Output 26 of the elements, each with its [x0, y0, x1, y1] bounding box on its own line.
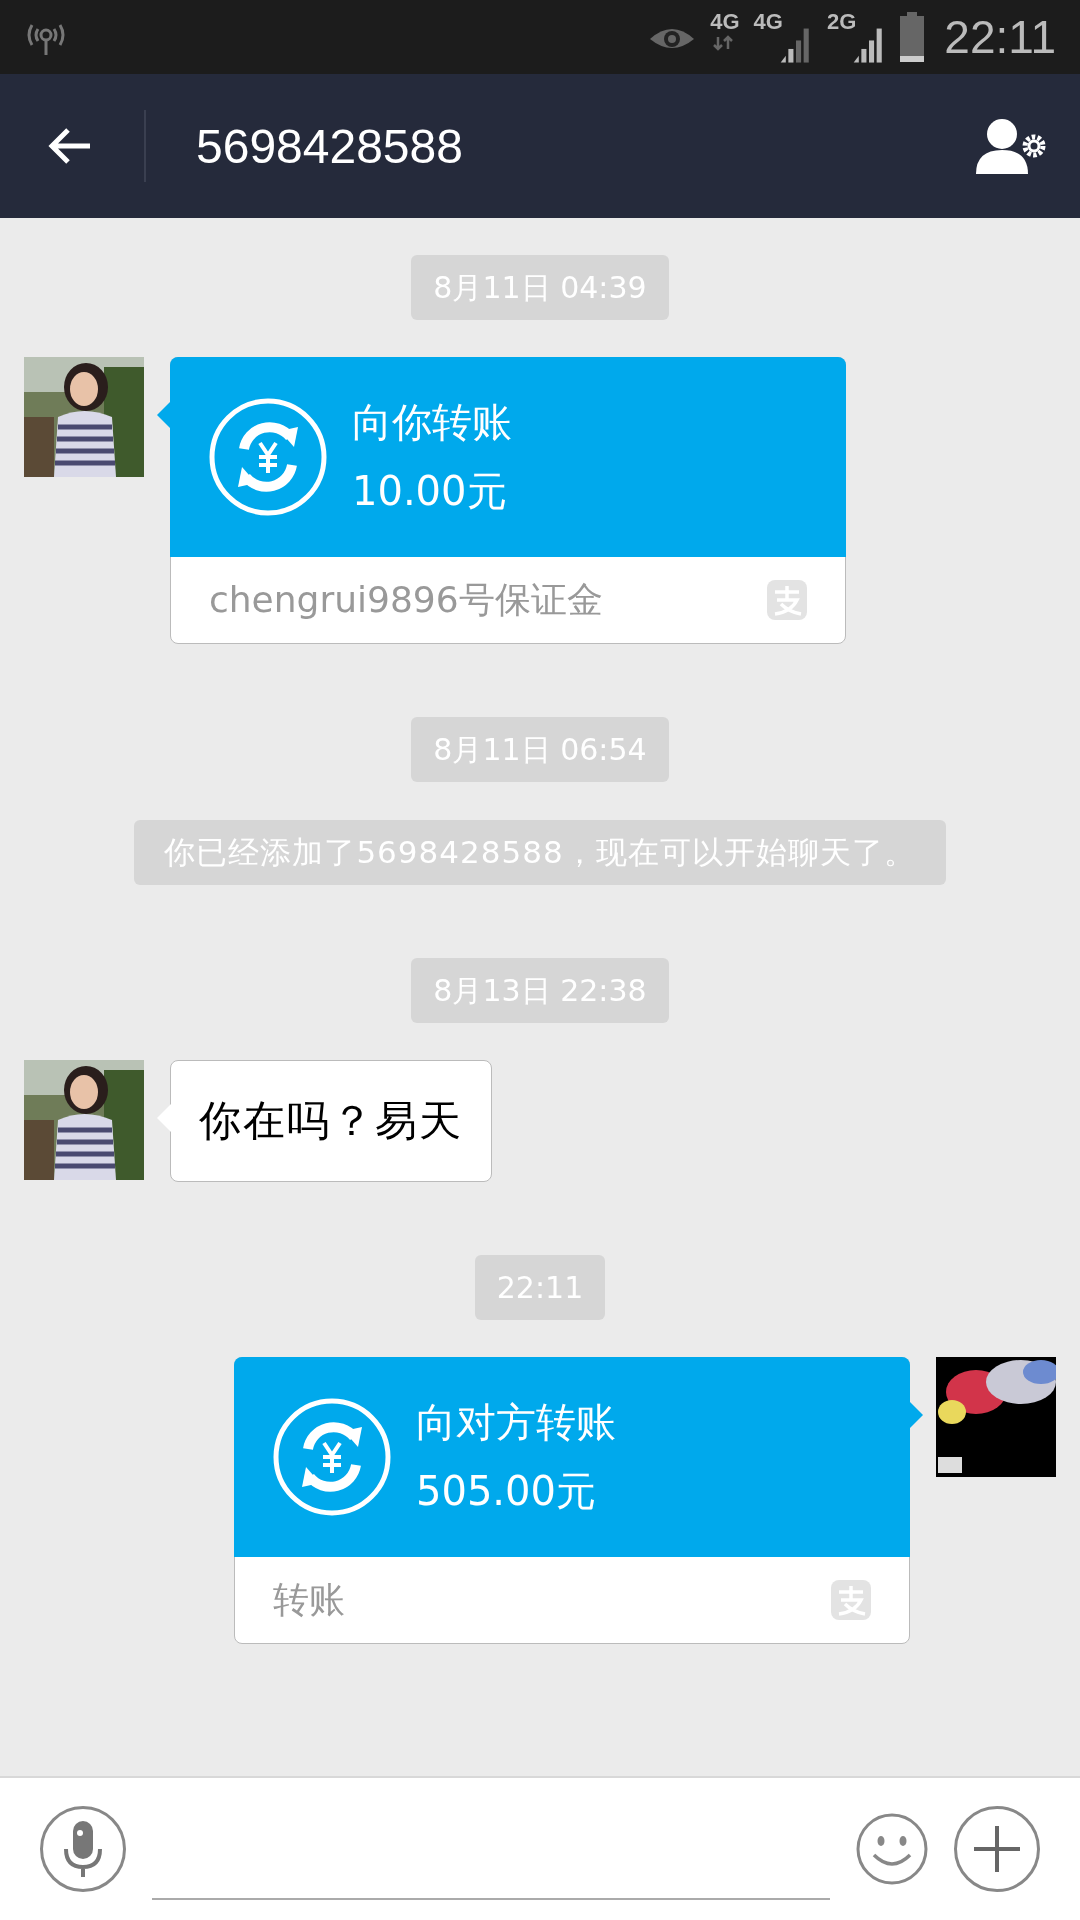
clock: 22:11	[944, 10, 1056, 64]
transfer-amount: 505.00元	[416, 1467, 597, 1516]
payment-logo-icon	[831, 1580, 871, 1620]
network-label: 4G	[753, 9, 783, 35]
transfer-card[interactable]: 向对方转账 505.00元 转账	[234, 1357, 910, 1644]
smiley-icon	[856, 1813, 928, 1885]
transfer-title: 向对方转账	[416, 1398, 616, 1447]
contact-settings-button[interactable]	[974, 116, 1048, 176]
network-label: 2G	[826, 9, 857, 35]
transfer-amount: 10.00元	[352, 467, 508, 516]
battery-icon	[900, 12, 925, 62]
network-label: 4G	[710, 9, 740, 35]
data-arrows-icon	[710, 35, 735, 51]
yuan-exchange-icon	[272, 1397, 392, 1517]
transfer-note: chengrui9896号保证金	[209, 577, 603, 622]
payment-logo-icon	[767, 580, 807, 620]
microphone-icon	[63, 1819, 103, 1879]
yuan-exchange-icon	[208, 397, 328, 517]
emoji-button[interactable]	[856, 1813, 928, 1885]
transfer-note: 转账	[273, 1577, 345, 1622]
message-bubble[interactable]: 你在吗？易天	[170, 1060, 492, 1182]
transfer-card[interactable]: 向你转账 10.00元 chengrui9896号保证金	[170, 357, 846, 644]
plus-icon	[972, 1824, 1022, 1874]
person-gear-icon	[974, 116, 1048, 176]
transfer-title: 向你转账	[352, 398, 512, 447]
chat-title: 5698428588	[196, 118, 464, 174]
